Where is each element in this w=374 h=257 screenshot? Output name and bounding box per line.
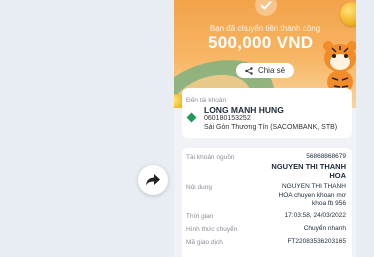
source-account-number: 56868868679 — [306, 153, 346, 160]
recipient-name: LONG MANH HUNG — [204, 105, 284, 115]
source-account-name: NGUYEN THI THANH — [271, 161, 346, 171]
share-label: Chia sẻ — [257, 66, 286, 75]
recipient-label: Đến tài khoản — [186, 97, 227, 104]
sacombank-logo-icon — [186, 112, 197, 123]
recipient-account-number: 060180153252 — [204, 115, 251, 122]
share-icon — [245, 66, 253, 75]
tiger-mascot-icon — [323, 41, 356, 94]
transfer-receipt: Bạn đã chuyển tiền thành công 500,000 VN… — [174, 0, 356, 257]
content-line: khoa fb 956 — [312, 200, 346, 207]
source-account-name-cont: HOA — [329, 170, 346, 180]
gold-coin-decoration — [340, 2, 356, 26]
time-label: Thời gian — [186, 213, 214, 220]
content-line: HOA chuyen khoan mơ — [278, 191, 347, 199]
transaction-details-card: Tài khoản nguồn 56868868679 NGUYEN THI T… — [182, 148, 352, 257]
source-account-label: Tài khoản nguồn — [186, 154, 235, 161]
content-line: NGUYEN THI THANH — [281, 183, 346, 190]
method-label: Hình thức chuyển — [186, 226, 238, 233]
success-message: Bạn đã chuyển tiền thành công — [209, 24, 321, 33]
forward-share-button[interactable] — [138, 165, 168, 195]
success-check-icon — [255, 0, 277, 16]
transaction-id-value: FT22083536203165 — [287, 238, 346, 245]
content-value: NGUYEN THI THANH HOA chuyen khoan mơ kho… — [279, 183, 347, 209]
share-arrow-icon — [146, 174, 160, 186]
share-button[interactable]: Chia sẻ — [236, 63, 294, 78]
transaction-id-label: Mã giao dịch — [186, 239, 223, 246]
content-label: Nội dung — [186, 184, 213, 191]
recipient-card: Đến tài khoản LONG MANH HUNG 06018015325… — [182, 88, 352, 138]
time-value: 17:03:58, 24/03/2022 — [284, 212, 346, 219]
recipient-bank: Sài Gòn Thương Tín (SACOMBANK, STB) — [204, 124, 338, 131]
method-value: Chuyển nhanh — [303, 225, 346, 232]
source-account-value: 56868868679 NGUYEN THI THANH HOA — [271, 153, 346, 180]
transfer-amount: 500,000 VND — [208, 33, 314, 52]
